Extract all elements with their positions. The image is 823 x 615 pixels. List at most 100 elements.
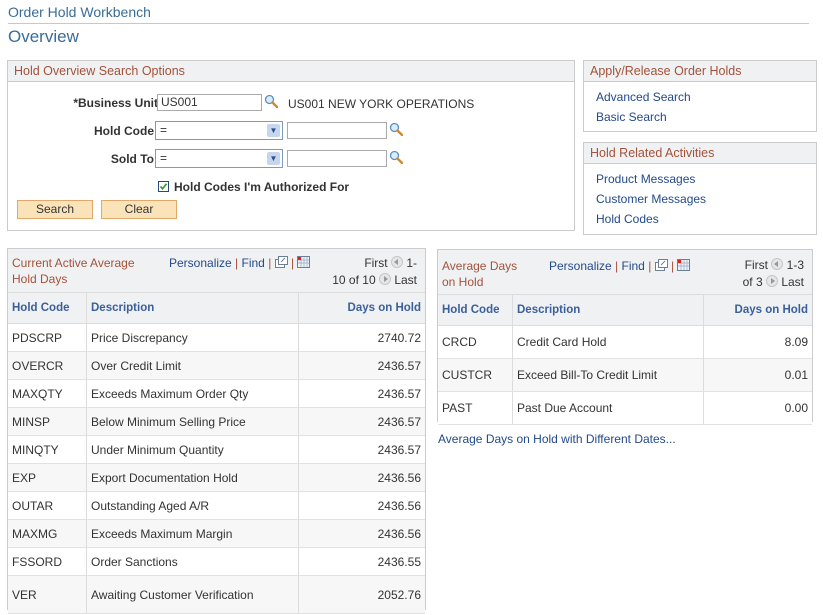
download-spreadsheet-icon[interactable]: [677, 259, 691, 271]
cell-days-on-hold: 2436.57: [298, 379, 425, 408]
hold-code-input[interactable]: [287, 122, 387, 139]
business-unit-label: *Business Unit: [73, 96, 158, 110]
search-button[interactable]: Search: [17, 200, 93, 219]
clear-button[interactable]: Clear: [101, 200, 177, 219]
nav-first[interactable]: First: [745, 258, 768, 272]
business-unit-description: US001 NEW YORK OPERATIONS: [288, 97, 475, 111]
apply-release-group: Apply/Release Order Holds Advanced Searc…: [583, 60, 817, 132]
table-row: VER Awaiting Customer Verification 2052.76: [8, 575, 425, 614]
cell-days-on-hold: 2436.56: [298, 519, 425, 548]
cell-description: Export Documentation Hold: [86, 463, 299, 492]
current-grid-tools: Personalize | Find | |: [169, 256, 311, 270]
table-row: MAXQTY Exceeds Maximum Order Qty 2436.57: [8, 379, 425, 408]
business-unit-input[interactable]: US001: [157, 94, 262, 111]
table-row: EXP Export Documentation Hold 2436.56: [8, 463, 425, 492]
find-link[interactable]: Find: [622, 259, 645, 273]
cell-days-on-hold: 0.00: [703, 391, 812, 425]
authorized-checkbox[interactable]: [158, 181, 169, 192]
apply-release-header: Apply/Release Order Holds: [584, 61, 816, 82]
cell-days-on-hold: 2436.57: [298, 407, 425, 436]
table-row: OVERCR Over Credit Limit 2436.57: [8, 351, 425, 380]
cell-description: Outstanding Aged A/R: [86, 491, 299, 520]
cell-hold-code: PDSCRP: [8, 323, 87, 352]
table-row: MINSP Below Minimum Selling Price 2436.57: [8, 407, 425, 436]
cell-description: Price Discrepancy: [86, 323, 299, 352]
hold-code-lookup-icon[interactable]: [389, 122, 403, 136]
nav-range-count: 10 of 10: [332, 273, 376, 287]
nav-last[interactable]: Last: [781, 275, 804, 289]
cell-description: Past Due Account: [512, 391, 704, 425]
hold-related-header: Hold Related Activities: [584, 143, 816, 164]
nav-first[interactable]: First: [364, 256, 387, 270]
sold-to-lookup-icon[interactable]: [389, 150, 403, 164]
cell-hold-code: OUTAR: [8, 491, 87, 520]
cell-description: Credit Card Hold: [512, 325, 704, 359]
product-messages-link[interactable]: Product Messages: [596, 172, 695, 186]
table-row: MINQTY Under Minimum Quantity 2436.57: [8, 435, 425, 464]
cell-description: Over Credit Limit: [86, 351, 299, 380]
hold-codes-link[interactable]: Hold Codes: [596, 212, 659, 226]
column-header-hold-code[interactable]: Hold Code: [8, 292, 87, 324]
hold-code-operator-select[interactable]: = ▼: [155, 121, 283, 140]
column-header-days-on-hold[interactable]: Days on Hold: [703, 294, 812, 326]
cell-hold-code: OVERCR: [8, 351, 87, 380]
checkmark-icon: [159, 183, 168, 191]
table-row: PDSCRP Price Discrepancy 2740.72: [8, 323, 425, 352]
cell-description: Exceed Bill-To Credit Limit: [512, 358, 704, 392]
authorized-checkbox-label: Hold Codes I'm Authorized For: [174, 180, 350, 194]
cell-days-on-hold: 2436.57: [298, 435, 425, 464]
cell-hold-code: MINQTY: [8, 435, 87, 464]
new-window-icon[interactable]: [654, 259, 668, 271]
title-divider: [8, 23, 809, 24]
search-options-header: Hold Overview Search Options: [8, 61, 574, 82]
average-grid-title: Average Days on Hold: [442, 259, 518, 289]
sold-to-operator-select[interactable]: = ▼: [155, 149, 283, 168]
column-header-days-on-hold[interactable]: Days on Hold: [298, 292, 425, 324]
personalize-link[interactable]: Personalize: [169, 256, 232, 270]
cell-days-on-hold: 2436.57: [298, 351, 425, 380]
table-row: OUTAR Outstanding Aged A/R 2436.56: [8, 491, 425, 520]
average-grid-table: Hold Code Description Days on Hold CRCD C…: [438, 294, 812, 425]
nav-last[interactable]: Last: [394, 273, 417, 287]
next-icon[interactable]: [765, 275, 778, 287]
cell-days-on-hold: 2052.76: [298, 575, 425, 614]
chevron-down-icon: ▼: [267, 124, 280, 137]
page-title: Order Hold Workbench: [8, 4, 151, 20]
cell-hold-code: CRCD: [438, 325, 513, 359]
cell-days-on-hold: 2436.56: [298, 491, 425, 520]
cell-description: Exceeds Maximum Order Qty: [86, 379, 299, 408]
current-grid-header: Current Active Average Hold Days Persona…: [8, 249, 425, 292]
current-grid-title: Current Active Average Hold Days: [12, 256, 135, 286]
cell-description: Awaiting Customer Verification: [86, 575, 299, 614]
cell-hold-code: VER: [8, 575, 87, 614]
sold-to-input[interactable]: [287, 150, 387, 167]
cell-description: Exceeds Maximum Margin: [86, 519, 299, 548]
cell-days-on-hold: 2436.56: [298, 463, 425, 492]
new-window-icon[interactable]: [274, 256, 288, 268]
cell-description: Under Minimum Quantity: [86, 435, 299, 464]
advanced-search-link[interactable]: Advanced Search: [596, 90, 691, 104]
cell-hold-code: MAXQTY: [8, 379, 87, 408]
average-days-different-dates-link[interactable]: Average Days on Hold with Different Date…: [438, 432, 676, 446]
find-link[interactable]: Find: [242, 256, 265, 270]
business-unit-lookup-icon[interactable]: [264, 94, 278, 108]
nav-range-start: 1-3: [786, 258, 804, 272]
table-row: PAST Past Due Account 0.00: [438, 391, 812, 425]
basic-search-link[interactable]: Basic Search: [596, 110, 667, 124]
current-grid-nav: First 1- 10 of 10 Last: [307, 255, 417, 289]
column-header-description[interactable]: Description: [86, 292, 299, 324]
page-subtitle: Overview: [8, 27, 79, 46]
average-grid-header: Average Days on Hold Personalize | Find …: [438, 250, 812, 294]
cell-days-on-hold: 8.09: [703, 325, 812, 359]
nav-range-start: 1-: [406, 256, 417, 270]
cell-description: Below Minimum Selling Price: [86, 407, 299, 436]
personalize-link[interactable]: Personalize: [549, 259, 612, 273]
cell-hold-code: FSSORD: [8, 547, 87, 576]
previous-icon[interactable]: [771, 258, 784, 270]
column-header-description[interactable]: Description: [512, 294, 704, 326]
next-icon[interactable]: [378, 273, 391, 285]
customer-messages-link[interactable]: Customer Messages: [596, 192, 706, 206]
column-header-hold-code[interactable]: Hold Code: [438, 294, 513, 326]
average-grid-nav: First 1-3 of 3 Last: [714, 257, 804, 291]
previous-icon[interactable]: [390, 256, 403, 268]
